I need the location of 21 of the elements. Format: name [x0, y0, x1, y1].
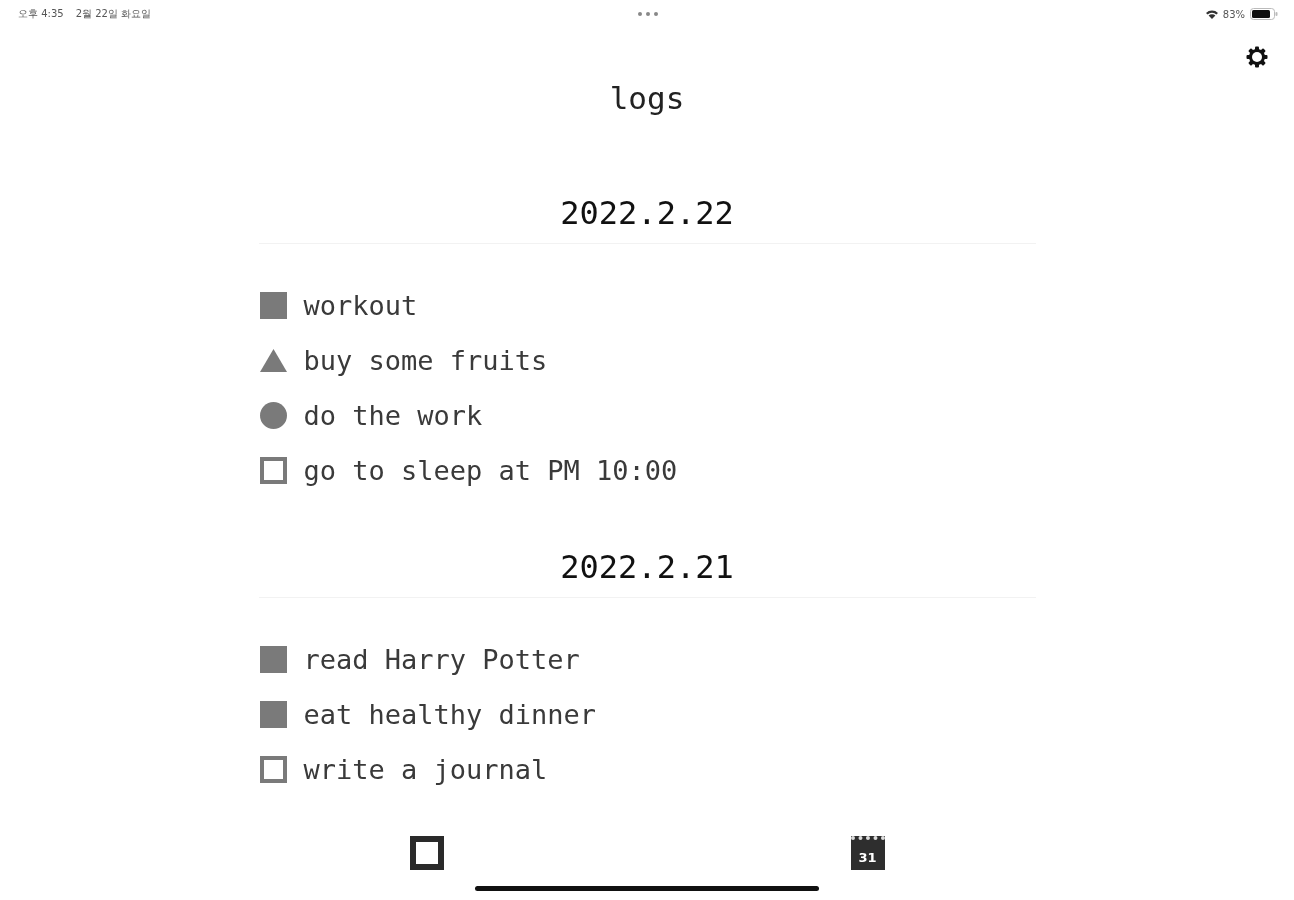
settings-icon: [1246, 46, 1268, 68]
settings-button[interactable]: [1246, 46, 1268, 68]
log-entry-text: do the work: [303, 400, 483, 431]
status-time: 오후 4:35: [18, 7, 64, 21]
log-entry-text: write a journal: [303, 754, 548, 785]
open-square-icon: [409, 836, 444, 870]
log-entry-text: workout: [303, 290, 418, 321]
log-entry-text: read Harry Potter: [303, 644, 580, 675]
log-entry-text: go to sleep at PM 10:00: [303, 455, 678, 486]
more-dots-icon: [638, 12, 658, 16]
square-tab-button[interactable]: [409, 836, 444, 870]
status-date: 2월 22일 화요일: [75, 7, 152, 21]
date-heading: 2022.2.22: [559, 193, 735, 234]
wifi-icon: [1205, 9, 1218, 19]
battery-icon: [1250, 8, 1278, 20]
date-heading: 2022.2.21: [559, 547, 735, 588]
log-entry-text: buy some fruits: [303, 345, 548, 376]
battery-percent: 83%: [1222, 8, 1245, 20]
log-entry-text: eat healthy dinner: [303, 699, 597, 730]
calendar-button[interactable]: 31: [850, 836, 885, 870]
page-title: logs: [608, 79, 686, 118]
